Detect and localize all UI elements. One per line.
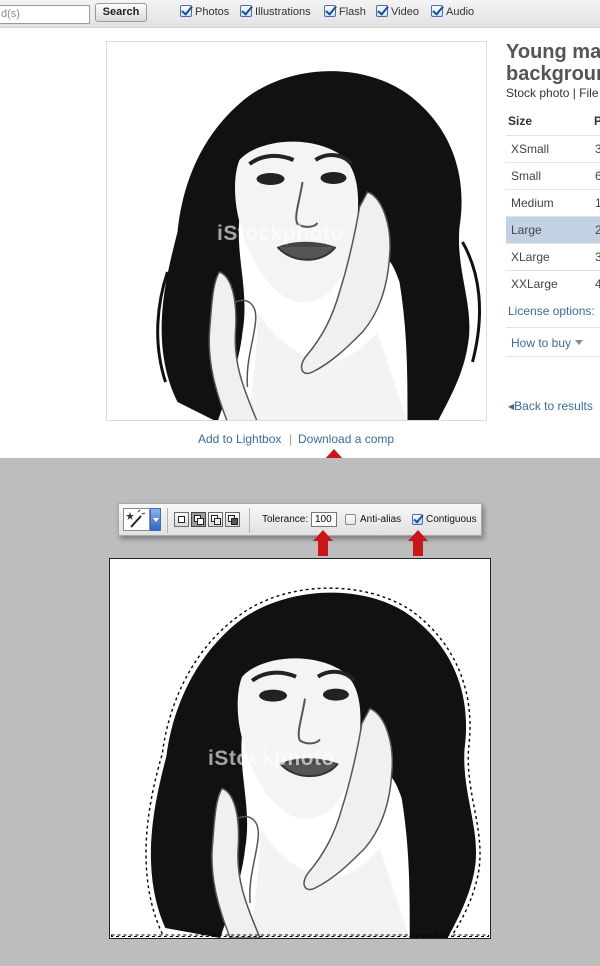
new-selection-mode-button[interactable] [174, 512, 189, 527]
watermark-text: iStockphoto [208, 747, 335, 770]
back-to-results-link[interactable]: ◀Back to results [508, 399, 593, 413]
photo-subtitle: Stock photo | File [506, 86, 599, 100]
tolerance-label: Tolerance: [262, 514, 309, 525]
size-row-xsmall[interactable]: XSmall 3 [506, 135, 600, 162]
tolerance-input[interactable]: 100 [311, 512, 337, 527]
filter-photos-checkbox[interactable] [180, 5, 192, 17]
how-to-buy-dropdown[interactable]: How to buy [511, 336, 584, 350]
red-arrow-icon [408, 530, 428, 556]
watermark-text: iStockphoto [217, 222, 344, 245]
filter-audio[interactable]: Audio [431, 5, 474, 21]
magic-wand-tool-button[interactable] [123, 508, 150, 531]
toolbar-separator [167, 508, 168, 533]
filter-video-checkbox[interactable] [376, 5, 388, 17]
contiguous-label: Contiguous [426, 514, 477, 525]
add-to-selection-mode-button[interactable] [191, 512, 206, 527]
pixels-column-header: P [594, 114, 600, 128]
size-row-small[interactable]: Small 6 [506, 162, 600, 189]
divider [506, 356, 600, 357]
subtract-from-selection-mode-button[interactable] [208, 512, 223, 527]
license-options-link[interactable]: License options: [508, 304, 595, 318]
size-row-xlarge[interactable]: XLarge 3 [506, 243, 600, 270]
magic-wand-icon [126, 509, 146, 528]
search-button[interactable]: Search [95, 3, 147, 22]
filter-video[interactable]: Video [376, 5, 419, 21]
size-column-header: Size [508, 114, 533, 128]
filter-flash[interactable]: Flash [324, 5, 366, 21]
size-row-xxlarge[interactable]: XXLarge 4 [506, 270, 600, 297]
filter-illustrations[interactable]: Illustrations [240, 5, 311, 21]
actions-separator: | [289, 432, 293, 446]
anti-alias-checkbox[interactable] [345, 514, 356, 525]
contiguous-checkbox[interactable] [412, 514, 423, 525]
keyword-input[interactable]: d(s) [0, 5, 90, 24]
add-to-lightbox-link[interactable]: Add to Lightbox [198, 432, 281, 446]
chevron-down-icon [575, 340, 584, 345]
red-arrow-icon [313, 530, 333, 556]
search-bar: d(s) Search Photos Illustrations Flash V… [0, 0, 600, 28]
tool-preset-dropdown[interactable] [150, 508, 161, 531]
filter-illustrations-checkbox[interactable] [240, 5, 252, 17]
photo-title: Young mag backgrounc [506, 41, 600, 85]
toolbar-separator [249, 508, 250, 533]
size-row-medium[interactable]: Medium 1 [506, 189, 600, 216]
intersect-selection-mode-button[interactable] [225, 512, 240, 527]
anti-alias-label: Anti-alias [360, 514, 402, 525]
download-comp-link[interactable]: Download a comp [298, 432, 394, 446]
filter-audio-checkbox[interactable] [431, 5, 443, 17]
filter-photos[interactable]: Photos [180, 5, 229, 21]
stock-photo-preview[interactable]: iStockphoto [106, 41, 487, 421]
photoshop-document-canvas[interactable]: iStockphoto [109, 558, 491, 939]
divider [506, 327, 600, 328]
filter-flash-checkbox[interactable] [324, 5, 336, 17]
size-row-large[interactable]: Large 2 [506, 216, 600, 243]
